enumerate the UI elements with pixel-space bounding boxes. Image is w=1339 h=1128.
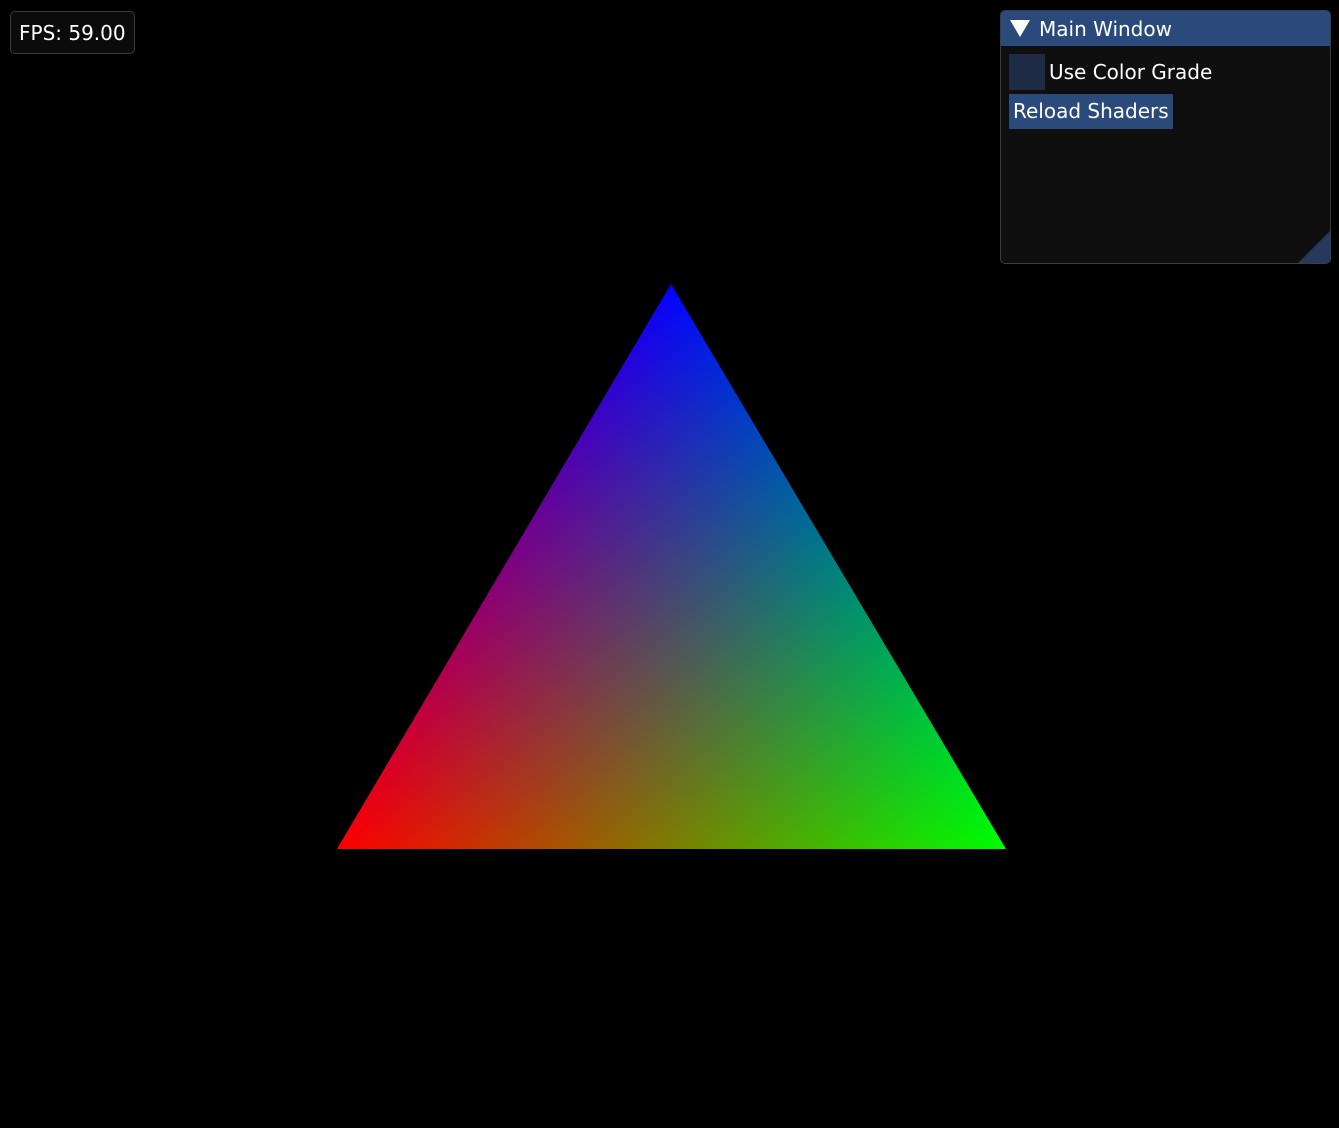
main-window-title-bar[interactable]: Main Window [1001,11,1330,46]
main-window-title: Main Window [1039,16,1172,41]
reload-shaders-button[interactable]: Reload Shaders [1009,94,1173,129]
use-color-grade-row[interactable]: Use Color Grade [1009,54,1330,90]
use-color-grade-checkbox[interactable] [1009,54,1045,90]
render-viewport: FPS: 59.00 Main Window Use Color Grade R… [0,0,1339,1128]
rgb-triangle [337,284,1006,849]
use-color-grade-label[interactable]: Use Color Grade [1049,60,1212,84]
fps-counter: FPS: 59.00 [10,11,135,54]
collapse-triangle-icon[interactable] [1010,20,1030,37]
main-window[interactable]: Main Window Use Color Grade Reload Shade… [1000,10,1331,264]
resize-grip-icon[interactable] [1298,231,1330,263]
